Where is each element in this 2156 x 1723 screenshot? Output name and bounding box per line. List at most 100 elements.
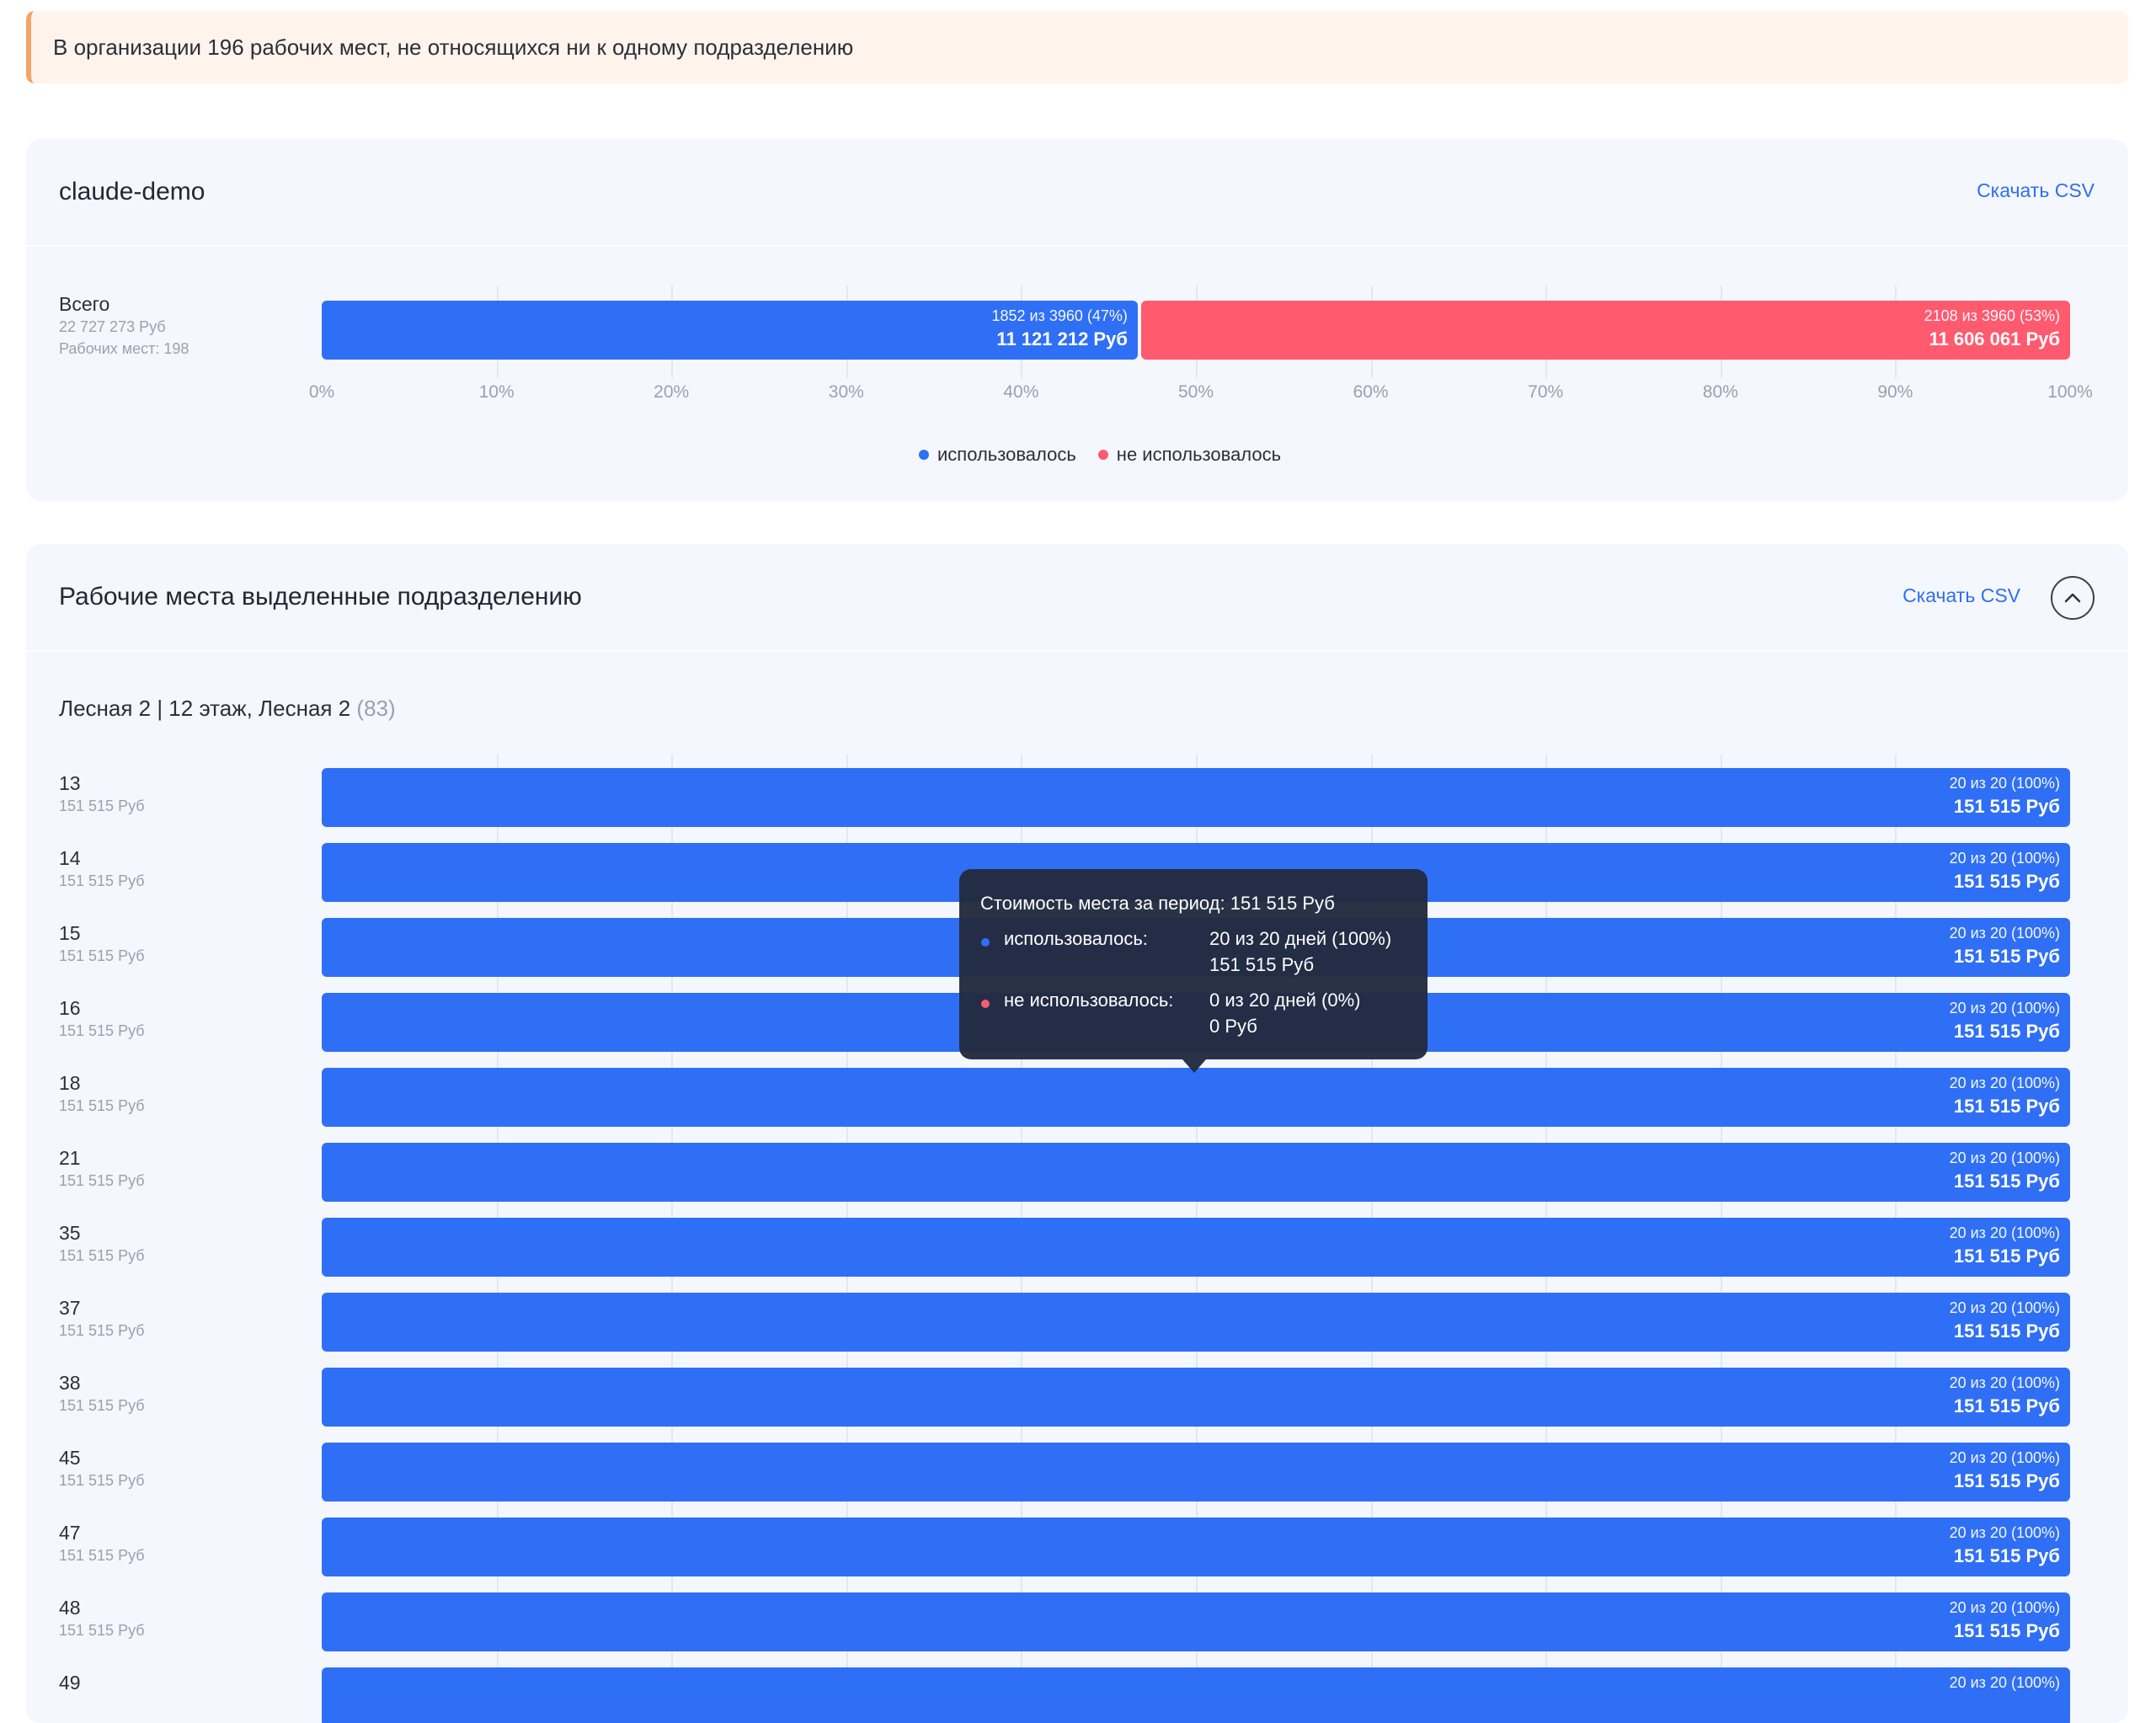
legend-label-used: использовалось — [937, 444, 1076, 465]
row-bar[interactable]: 20 из 20 (100%) 151 515 Руб — [322, 1592, 2070, 1651]
axis-tick: 80% — [1702, 382, 1738, 402]
summary-card: claude-demo Скачать CSV Всего 22 727 273… — [26, 139, 2128, 501]
axis-tick: 100% — [2047, 382, 2093, 402]
department-card: Рабочие места выделенные подразделению С… — [26, 544, 2128, 1723]
axis-tick: 30% — [828, 382, 864, 402]
group-title: Лесная 2 | 12 этаж, Лесная 2 (83) — [59, 696, 396, 722]
row-bar[interactable]: 20 из 20 (100%) 151 515 Руб — [322, 1293, 2070, 1352]
banner-text: В организации 196 рабочих мест, не относ… — [53, 34, 854, 60]
row-cost: 151 515 Руб — [59, 1322, 145, 1339]
row-bar[interactable]: 20 из 20 (100%) 151 515 Руб — [322, 1143, 2070, 1202]
row-bar-cost: 151 515 Руб — [1953, 1545, 2060, 1566]
row-bar-count: 20 из 20 (100%) — [1949, 1150, 2060, 1166]
tooltip-unused-label: не использовалось: — [1004, 990, 1174, 1011]
row-label: 21 151 515 Руб — [59, 1146, 145, 1192]
row-bar-count: 20 из 20 (100%) — [1949, 1374, 2060, 1391]
unused-bar-cost: 11 606 061 Руб — [1929, 328, 2060, 349]
tooltip-unused-days: 0 из 20 дней (0%) — [1209, 990, 1361, 1011]
tooltip-used-days: 20 из 20 дней (100%) — [1209, 928, 1392, 949]
row-name: 16 — [59, 997, 81, 1019]
axis-tick: 0% — [308, 382, 335, 402]
row-cost: 151 515 Руб — [59, 1022, 145, 1039]
unused-bar[interactable]: 2108 из 3960 (53%) 11 606 061 Руб — [1140, 301, 2070, 360]
row-name: 15 — [59, 922, 81, 944]
row-name: 37 — [59, 1297, 81, 1319]
used-bar-count: 1852 из 3960 (47%) — [991, 307, 1128, 324]
row-bar-count: 20 из 20 (100%) — [1949, 775, 2060, 792]
row-name: 18 — [59, 1072, 81, 1094]
row-bar[interactable]: 20 из 20 (100%) 151 515 Руб — [322, 1518, 2070, 1576]
row-bar[interactable]: 20 из 20 (100%) 151 515 Руб — [322, 1068, 2070, 1127]
axis-tick: 60% — [1353, 382, 1389, 402]
total-seats: Рабочих мест: 198 — [59, 340, 189, 357]
tooltip-dot-unused — [981, 1000, 990, 1008]
tooltip-title: Стоимость места за период: 151 515 Руб — [980, 893, 1335, 914]
row-name: 14 — [59, 847, 81, 869]
collapse-button[interactable] — [2051, 576, 2095, 620]
row-label: 16 151 515 Руб — [59, 996, 145, 1042]
row-cost: 151 515 Руб — [59, 1547, 145, 1564]
row-bar-cost: 151 515 Руб — [1953, 1320, 2060, 1342]
department-card-header: Рабочие места выделенные подразделению С… — [26, 544, 2128, 652]
row-name: 35 — [59, 1222, 81, 1244]
department-card-title: Рабочие места выделенные подразделению — [59, 583, 582, 611]
row-bar[interactable]: 20 из 20 (100%) 151 515 Руб — [322, 1368, 2070, 1427]
row-bar-count: 20 из 20 (100%) — [1949, 1224, 2060, 1241]
row-bar[interactable]: 20 из 20 (100%) 151 515 Руб — [322, 768, 2070, 827]
chart-legend: использовалось не использовалось — [919, 444, 1281, 466]
axis-tick: 10% — [478, 382, 515, 402]
download-csv-link-department[interactable]: Скачать CSV — [1903, 584, 2020, 607]
info-banner: В организации 196 рабочих мест, не относ… — [26, 11, 2128, 83]
total-label: Всего 22 727 273 Руб Рабочих мест: 198 — [59, 292, 189, 360]
row-name: 45 — [59, 1447, 81, 1469]
row-bar-cost: 151 515 Руб — [1953, 1470, 2060, 1491]
row-cost: 151 515 Руб — [59, 1472, 145, 1489]
row-bar-count: 20 из 20 (100%) — [1949, 1674, 2060, 1691]
row-bar-cost: 151 515 Руб — [1953, 1620, 2060, 1641]
row-bar-count: 20 из 20 (100%) — [1949, 1449, 2060, 1466]
row-bar[interactable]: 20 из 20 (100%) 151 515 Руб — [322, 1443, 2070, 1502]
axis-tick: 20% — [654, 382, 690, 402]
row-cost: 151 515 Руб — [59, 1247, 145, 1264]
bar-tooltip: Стоимость места за период: 151 515 Руб и… — [959, 869, 1428, 1059]
row-name: 48 — [59, 1597, 81, 1619]
legend-dot-used — [919, 450, 929, 460]
row-cost: 151 515 Руб — [59, 1622, 145, 1639]
chevron-up-icon — [2064, 593, 2081, 603]
group-title-text: Лесная 2 | 12 этаж, Лесная 2 — [59, 696, 351, 721]
row-bar-count: 20 из 20 (100%) — [1949, 1599, 2060, 1616]
row-cost: 151 515 Руб — [59, 947, 145, 964]
tooltip-dot-used — [981, 938, 990, 947]
row-bar[interactable]: 20 из 20 (100%) — [322, 1667, 2070, 1723]
row-bar-count: 20 из 20 (100%) — [1949, 1075, 2060, 1091]
row-name: 38 — [59, 1372, 81, 1394]
row-bar-cost: 151 515 Руб — [1953, 1395, 2060, 1416]
used-bar-cost: 11 121 212 Руб — [996, 328, 1128, 349]
row-label: 37 151 515 Руб — [59, 1296, 145, 1342]
axis-tick: 70% — [1528, 382, 1564, 402]
used-bar[interactable]: 1852 из 3960 (47%) 11 121 212 Руб — [322, 301, 1138, 360]
total-cost: 22 727 273 Руб — [59, 318, 166, 335]
row-name: 21 — [59, 1147, 81, 1169]
row-bar[interactable]: 20 из 20 (100%) 151 515 Руб — [322, 1218, 2070, 1277]
row-label: 18 151 515 Руб — [59, 1071, 145, 1117]
row-label: 15 151 515 Руб — [59, 921, 145, 967]
legend-item-unused[interactable]: не использовалось — [1097, 444, 1281, 466]
row-label: 38 151 515 Руб — [59, 1371, 145, 1416]
row-bar-count: 20 из 20 (100%) — [1949, 850, 2060, 867]
row-label: 35 151 515 Руб — [59, 1221, 145, 1267]
row-label: 48 151 515 Руб — [59, 1596, 145, 1641]
unused-bar-count: 2108 из 3960 (53%) — [1924, 307, 2060, 324]
group-count: (83) — [356, 696, 396, 721]
row-label: 45 151 515 Руб — [59, 1446, 145, 1491]
row-bar-cost: 151 515 Руб — [1953, 1171, 2060, 1192]
tooltip-arrow — [1182, 1059, 1206, 1073]
download-csv-link[interactable]: Скачать CSV — [1977, 179, 2095, 202]
row-cost: 151 515 Руб — [59, 797, 145, 814]
legend-item-used[interactable]: использовалось — [919, 444, 1076, 466]
row-bar-cost: 151 515 Руб — [1953, 1246, 2060, 1267]
row-name: 49 — [59, 1672, 81, 1694]
row-cost: 151 515 Руб — [59, 1172, 145, 1189]
row-cost: 151 515 Руб — [59, 1097, 145, 1114]
axis-tick: 40% — [1003, 382, 1039, 402]
